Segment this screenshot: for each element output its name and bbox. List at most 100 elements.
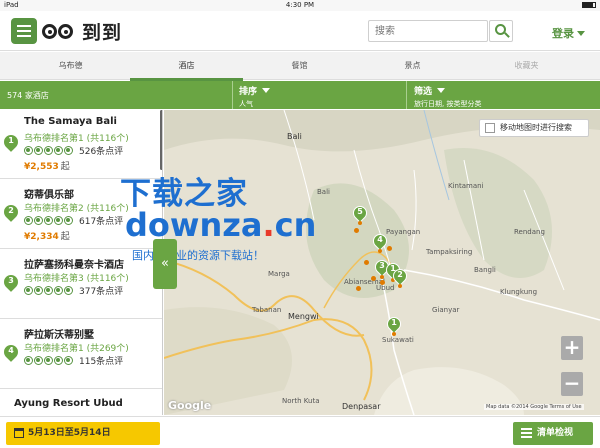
category-tabs: 乌布德 酒店 餐馆 景点 收藏夹 — [0, 52, 600, 81]
search-on-move-toggle[interactable]: 移动地图时进行搜索 — [479, 119, 589, 137]
map-marker[interactable] — [380, 280, 385, 285]
logo-text: 到到 — [82, 21, 123, 44]
search-input[interactable] — [369, 21, 487, 41]
hotel-rank: 乌布德排名第3 (共116个) — [24, 274, 129, 284]
tab-restaurants[interactable]: 餐馆 — [243, 52, 356, 80]
chevron-down-icon — [437, 88, 446, 93]
map-pin-icon[interactable]: 5 — [350, 203, 370, 226]
list-view-button[interactable]: 清单检视 — [513, 422, 593, 445]
rating-bubbles: 617条点评 — [24, 215, 124, 227]
hotel-rank: 乌布德排名第1 (共116个) — [24, 134, 129, 144]
tab-ubud[interactable]: 乌布德 — [14, 52, 127, 80]
map-pin-icon[interactable]: 2 — [390, 266, 410, 289]
map-label-denpasar: Denpasar — [342, 402, 381, 411]
hotel-name: 萨拉斯沃蒂别墅 — [24, 330, 94, 341]
map-pin-icon: 4 — [1, 342, 21, 362]
list-view-label: 清单检视 — [537, 428, 574, 438]
rating-bubbles: 377条点评 — [24, 285, 124, 297]
search-button[interactable] — [489, 20, 513, 42]
battery-icon — [580, 1, 596, 9]
hotel-name: Ayung Resort Ubud — [14, 398, 123, 409]
collapse-list-button[interactable]: « — [153, 239, 177, 289]
divider — [232, 81, 233, 109]
hotel-list-item[interactable]: Ayung Resort Ubud — [0, 390, 162, 415]
hotel-price: ¥2,334 起 — [24, 232, 70, 242]
hotel-name: 窈蒂俱乐部 — [24, 190, 74, 201]
chevron-down-icon — [262, 88, 271, 93]
review-count: 377条点评 — [79, 286, 124, 297]
login-label: 登录 — [552, 27, 574, 40]
hotel-count: 574 家酒店 — [7, 91, 49, 100]
watermark-slogan: 国内最专业的资源下载站！ — [132, 249, 264, 262]
hotel-rank: 乌布德排名第2 (共116个) — [24, 204, 129, 214]
map-pin-icon: 2 — [1, 202, 21, 222]
sort-dropdown[interactable]: 排序 人气 — [239, 84, 271, 109]
map-pin-icon[interactable]: 4 — [370, 231, 390, 254]
map-label-tabanan: Tabanan — [252, 306, 282, 314]
map-marker[interactable] — [364, 260, 369, 265]
search-on-move-label: 移动地图时进行搜索 — [500, 123, 572, 132]
scrollbar[interactable] — [160, 110, 162, 170]
date-range-label: 5月13日至5月14日 — [28, 428, 111, 438]
status-bar: iPad 4:30 PM — [0, 0, 600, 11]
clock: 4:30 PM — [285, 1, 315, 9]
map-label-payangan: Payangan — [386, 228, 421, 236]
calendar-icon — [14, 428, 24, 438]
map-marker[interactable] — [371, 276, 376, 281]
map-label-marga: Marga — [268, 270, 290, 278]
zoom-in-button[interactable]: + — [561, 336, 583, 360]
map-marker[interactable] — [354, 228, 359, 233]
rating-bubbles: 526条点评 — [24, 145, 124, 157]
filter-bar: 574 家酒店 排序 人气 筛选 旅行日期, 按类型分类 — [0, 81, 600, 109]
map-attribution[interactable]: Map data ©2014 Google Terms of Use — [484, 404, 584, 410]
sort-value: 人气 — [239, 100, 253, 108]
sort-title: 排序 — [239, 87, 258, 97]
double-chevron-left-icon: « — [161, 256, 169, 271]
search-box[interactable] — [368, 20, 488, 42]
hotel-name: 拉萨塞扬科曼奈卡酒店 — [24, 260, 124, 271]
hotel-rank: 乌布德排名第1 (共269个) — [24, 344, 129, 354]
date-range-button[interactable]: 5月13日至5月14日 — [6, 422, 160, 445]
map-marker[interactable] — [356, 286, 361, 291]
map-label-rendang: Rendang — [514, 228, 545, 236]
logo[interactable]: 到到 — [42, 17, 122, 45]
login-button[interactable]: 登录 — [552, 25, 585, 41]
list-icon — [521, 428, 532, 439]
map-label-kuta: North Kuta — [282, 397, 320, 405]
map-label-sukawati: Sukawati — [382, 336, 414, 344]
owl-logo-icon — [42, 20, 78, 42]
hotel-list-item[interactable]: 4 萨拉斯沃蒂别墅 乌布德排名第1 (共269个) 115条点评 — [0, 320, 162, 389]
filter-value: 旅行日期, 按类型分类 — [414, 100, 482, 108]
map-label-ubud: Ubud — [376, 284, 395, 292]
map-label-bangli: Bangli — [474, 266, 496, 274]
map-label-gianyar: Gianyar — [432, 306, 460, 314]
hotel-price: ¥2,553 起 — [24, 162, 70, 172]
review-count: 115条点评 — [79, 356, 124, 367]
review-count: 526条点评 — [79, 146, 124, 157]
map-label-bali: Bali — [317, 188, 330, 196]
map-marker[interactable] — [387, 246, 392, 251]
menu-button[interactable] — [11, 18, 37, 44]
rating-bubbles: 115条点评 — [24, 355, 124, 367]
divider — [406, 81, 407, 109]
zoom-out-button[interactable]: − — [561, 372, 583, 396]
checkbox[interactable] — [485, 123, 495, 133]
map-label-bali: Bali — [287, 132, 302, 141]
bottom-bar: 5月13日至5月14日 清单检视 — [0, 416, 600, 448]
tab-favorites[interactable]: 收藏夹 — [470, 52, 583, 80]
map-pin-icon: 1 — [1, 132, 21, 152]
review-count: 617条点评 — [79, 216, 124, 227]
map-label-klungkung: Klungkung — [500, 288, 538, 296]
chevron-down-icon — [577, 31, 585, 36]
top-bar: 到到 登录 — [0, 11, 600, 51]
filter-dropdown[interactable]: 筛选 旅行日期, 按类型分类 — [414, 84, 481, 109]
google-logo: Google — [168, 399, 212, 412]
map-pin-icon: 3 — [1, 272, 21, 292]
map-pin-icon[interactable]: 1 — [384, 314, 404, 337]
tab-attractions[interactable]: 景点 — [356, 52, 469, 80]
tab-hotels[interactable]: 酒店 — [130, 52, 243, 81]
hotel-name: The Samaya Bali — [24, 116, 117, 127]
map-label-mengwi: Mengwi — [288, 312, 319, 321]
map-label-kintamani: Kintamani — [448, 182, 484, 190]
filter-title: 筛选 — [414, 87, 433, 97]
